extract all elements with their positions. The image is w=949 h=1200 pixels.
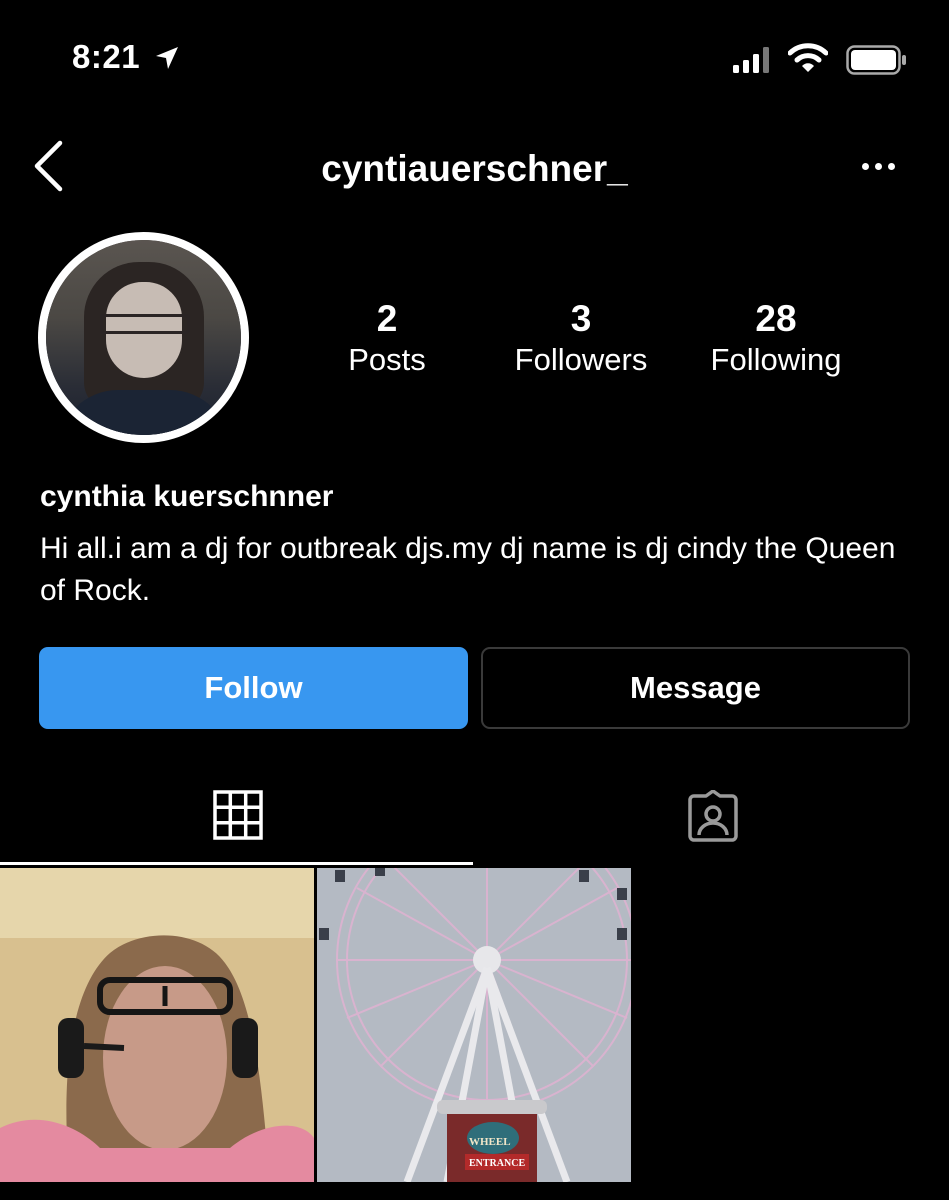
stat-followers[interactable]: 3 Followers (496, 298, 666, 380)
battery-icon (846, 45, 908, 80)
post-thumbnail-2[interactable]: WHEEL ENTRANCE (317, 868, 631, 1182)
message-button[interactable]: Message (481, 647, 910, 729)
follow-button[interactable]: Follow (39, 647, 468, 729)
profile-bio: Hi all.i am a dj for outbreak djs.my dj … (40, 532, 896, 607)
tagged-icon (688, 789, 738, 842)
tab-tagged[interactable] (686, 789, 740, 847)
posts-label: Posts (348, 342, 426, 377)
post-2-sign-text: WHEEL (469, 1136, 511, 1148)
followers-label: Followers (514, 342, 648, 377)
post-thumbnail-1[interactable] (0, 868, 314, 1182)
profile-full-name: cynthia kuerschnner (40, 480, 334, 513)
active-tab-indicator (0, 862, 473, 865)
following-label: Following (710, 342, 842, 377)
stat-following[interactable]: 28 Following (696, 298, 856, 380)
cellular-signal-icon (733, 47, 769, 73)
status-time: 8:21 (72, 38, 141, 75)
more-options-icon[interactable] (862, 163, 895, 170)
followers-count: 3 (570, 298, 592, 339)
grid-icon (213, 790, 263, 840)
tab-posts-grid[interactable] (213, 790, 263, 845)
following-count: 28 (755, 298, 797, 339)
page-title-username: cyntiauerschner_ (321, 148, 628, 189)
posts-count: 2 (376, 298, 398, 339)
avatar[interactable] (46, 240, 241, 435)
wifi-icon (787, 42, 829, 79)
post-2-entrance-text: ENTRANCE (469, 1158, 525, 1169)
location-arrow-icon (154, 45, 180, 76)
stat-posts[interactable]: 2 Posts (327, 298, 447, 380)
